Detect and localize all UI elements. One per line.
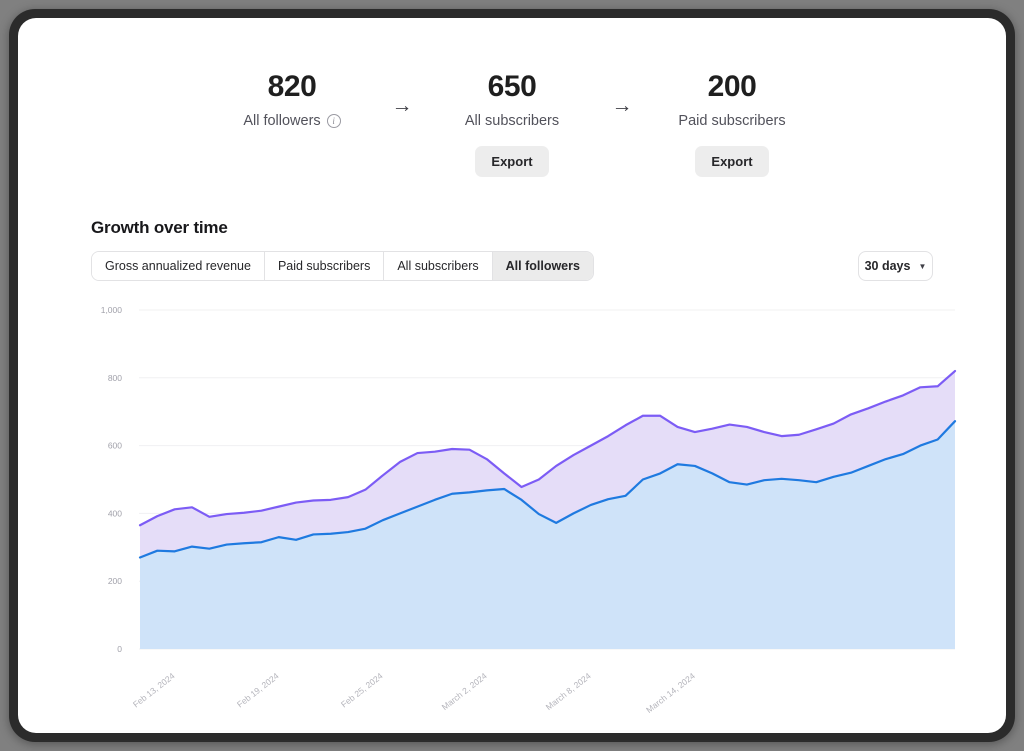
- tab-gross-annualized-revenue[interactable]: Gross annualized revenue: [92, 252, 265, 280]
- y-axis-tick-label: 200: [108, 576, 122, 586]
- growth-chart-svg: 0 200 400 600 800 1,000 Feb 13, 2024 Feb 19, 2…: [101, 305, 957, 715]
- stat-paid-subscribers: 200 Paid subscribers Export: [647, 68, 817, 177]
- stat-value-all-followers: 820: [267, 70, 317, 103]
- y-axis-tick-label: 400: [108, 508, 122, 518]
- stat-value-paid-subscribers: 200: [707, 70, 757, 103]
- y-axis-tick-label: 0: [117, 644, 122, 654]
- chevron-down-icon: ▼: [918, 261, 927, 271]
- device-frame: 820 All followers i → 650 All subscriber…: [9, 9, 1015, 742]
- stat-all-subscribers: 650 All subscribers Export: [427, 68, 597, 177]
- info-icon[interactable]: i: [326, 114, 341, 128]
- date-range-dropdown[interactable]: 30 days ▼: [858, 251, 933, 281]
- chart-series-areas: [138, 369, 957, 649]
- y-axis-tick-label: 600: [108, 441, 122, 451]
- x-axis-tick-label: March 8, 2024: [544, 671, 593, 713]
- stat-all-followers: 820 All followers i: [207, 68, 377, 130]
- stats-summary-row: 820 All followers i → 650 All subscriber…: [18, 68, 1006, 177]
- date-range-label: 30 days: [864, 259, 911, 273]
- stat-label-row-all-subscribers: All subscribers: [465, 112, 559, 130]
- x-axis-tick-label: March 14, 2024: [644, 671, 697, 715]
- tab-all-followers[interactable]: All followers: [492, 252, 593, 280]
- growth-chart: 0 200 400 600 800 1,000 Feb 13, 2024 Feb 19, 2…: [18, 286, 1006, 726]
- y-axis-tick-label: 1,000: [101, 305, 123, 315]
- growth-over-time-title: Growth over time: [91, 218, 228, 237]
- x-axis-tick-label: Feb 25, 2024: [339, 671, 385, 710]
- x-axis-tick-label: March 2, 2024: [440, 671, 489, 713]
- stat-label-paid-subscribers: Paid subscribers: [678, 113, 786, 129]
- x-axis-tick-label: Feb 13, 2024: [131, 671, 177, 710]
- chart-y-axis-labels: 0 200 400 600 800 1,000: [101, 305, 123, 654]
- flow-arrow-1: →: [391, 94, 413, 117]
- tab-all-subscribers[interactable]: All subscribers: [384, 252, 493, 280]
- metric-tab-bar: Gross annualized revenue Paid subscriber…: [91, 251, 594, 281]
- stat-label-row-paid-subscribers: Paid subscribers: [678, 112, 785, 130]
- flow-arrow-2: →: [611, 94, 633, 117]
- x-axis-tick-label: Feb 19, 2024: [235, 671, 281, 710]
- y-axis-tick-label: 800: [108, 373, 122, 383]
- export-button-paid-subscribers[interactable]: Export: [695, 146, 769, 177]
- tab-paid-subscribers[interactable]: Paid subscribers: [264, 252, 385, 280]
- stat-value-all-subscribers: 650: [487, 70, 537, 103]
- export-button-all-subscribers[interactable]: Export: [475, 146, 549, 177]
- chart-x-axis-labels: Feb 13, 2024 Feb 19, 2024 Feb 25, 2024 Marc…: [131, 671, 697, 715]
- stat-label-all-followers: All followers: [243, 113, 321, 129]
- stat-label-all-subscribers: All subscribers: [464, 113, 560, 129]
- app-window: 820 All followers i → 650 All subscriber…: [18, 18, 1006, 733]
- stat-label-row-all-followers: All followers i: [243, 112, 341, 130]
